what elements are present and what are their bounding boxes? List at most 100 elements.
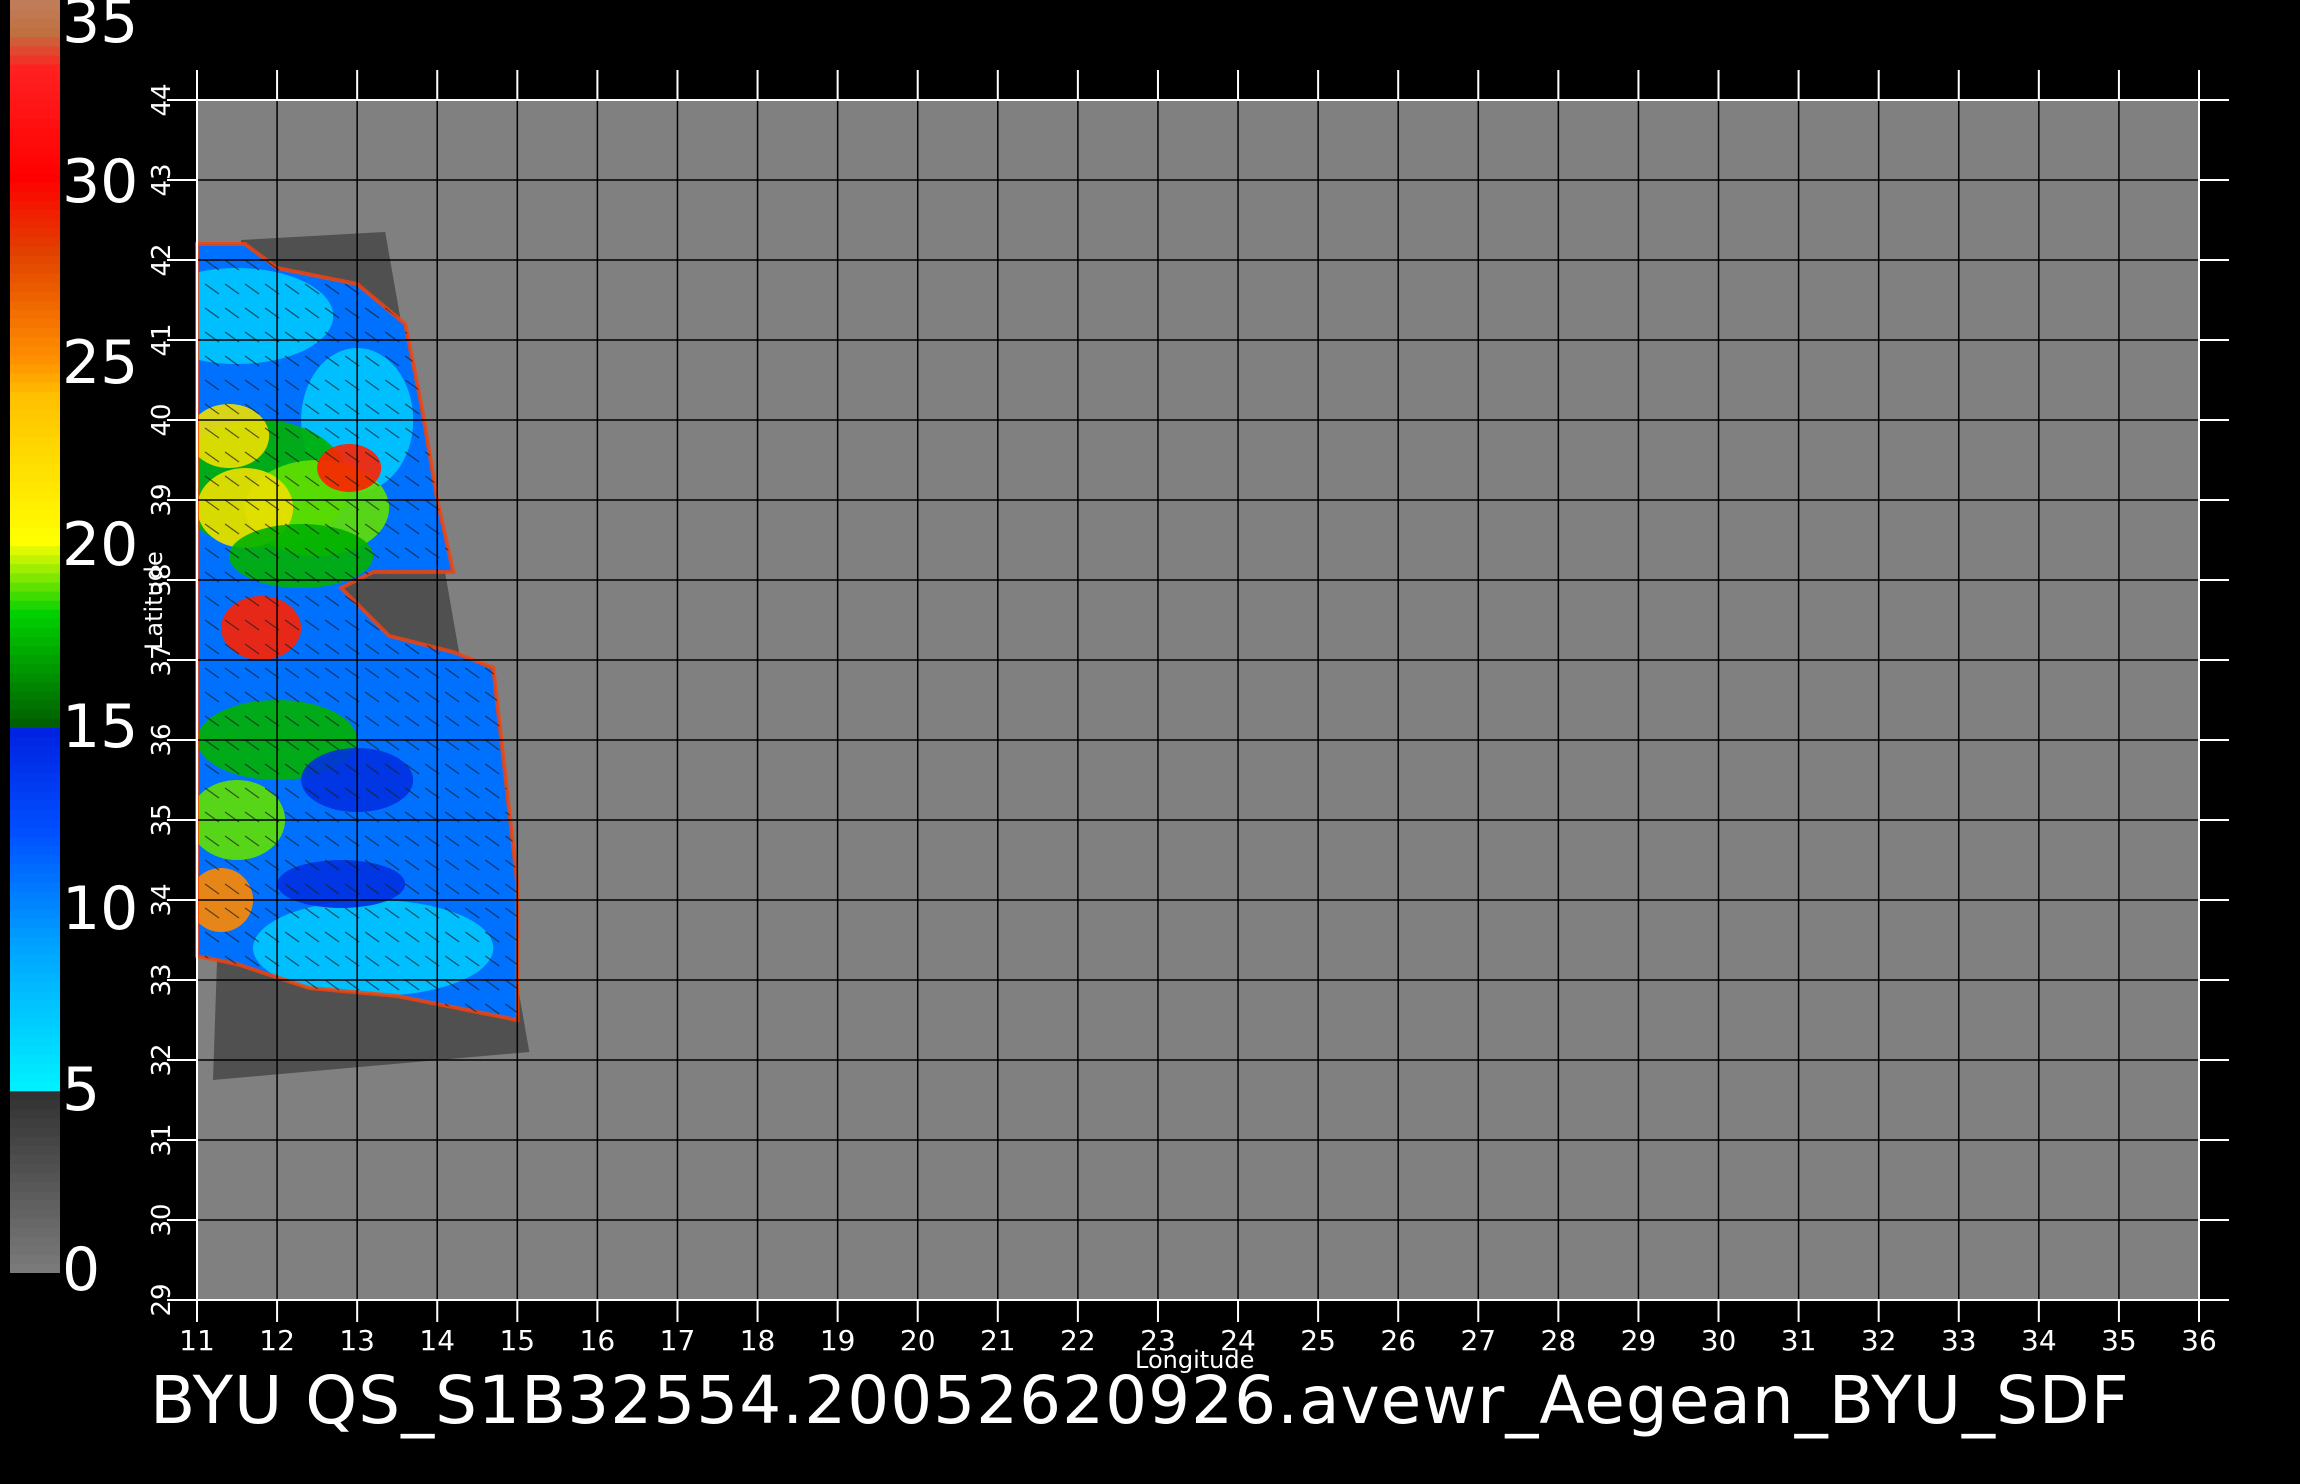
colorbar-segment: [10, 1153, 60, 1164]
colorbar-segment: [10, 372, 60, 383]
colorbar-segment: [10, 127, 60, 138]
colorbar-segment: [10, 27, 60, 38]
longitude-tick-label: 21: [980, 1324, 1016, 1357]
longitude-tick-label: 11: [179, 1324, 215, 1357]
colorbar-segment: [10, 1008, 60, 1019]
colorbar-segment: [10, 854, 60, 865]
colorbar-segment: [10, 436, 60, 447]
colorbar-label: 0: [62, 1235, 101, 1305]
latitude-tick-label: 44: [147, 83, 177, 116]
colorbar-segment: [10, 227, 60, 238]
colorbar-segment: [10, 327, 60, 338]
colorbar-segment: [10, 1035, 60, 1046]
colorbar-segment: [10, 1199, 60, 1210]
colorbar-segment: [10, 1072, 60, 1083]
colorbar-segment: [10, 890, 60, 901]
colorbar-segment: [10, 354, 60, 365]
colorbar-segment: [10, 572, 60, 583]
latitude-tick-label: 33: [147, 963, 177, 996]
longitude-tick-label: 12: [259, 1324, 295, 1357]
latitude-tick-label: 35: [147, 803, 177, 836]
longitude-tick-label: 13: [339, 1324, 375, 1357]
colorbar-segment: [10, 109, 60, 120]
colorbar-segment: [10, 1190, 60, 1201]
colorbar-segment: [10, 754, 60, 765]
colorbar-segment: [10, 1099, 60, 1110]
colorbar-segment: [10, 1226, 60, 1237]
colorbar-segment: [10, 1181, 60, 1192]
latitude-tick-label: 42: [147, 243, 177, 276]
colorbar-segment: [10, 808, 60, 819]
colorbar-segment: [10, 290, 60, 301]
colorbar-segment: [10, 1217, 60, 1228]
colorbar-segment: [10, 926, 60, 937]
colorbar-segment: [10, 1117, 60, 1128]
colorbar-segment: [10, 81, 60, 92]
image-caption: BYU QS_S1B32554.20052620926.avewr_Aegean…: [150, 1362, 2130, 1439]
colorbar-segment: [10, 45, 60, 56]
longitude-tick-label: 22: [1060, 1324, 1096, 1357]
colorbar-segment: [10, 826, 60, 837]
colorbar-segment: [10, 218, 60, 229]
longitude-tick-label: 27: [1460, 1324, 1496, 1357]
colorbar-segment: [10, 0, 60, 11]
latitude-tick-label: 41: [147, 323, 177, 356]
colorbar-segment: [10, 172, 60, 183]
colorbar-segment: [10, 1063, 60, 1074]
longitude-tick-label: 36: [2181, 1324, 2217, 1357]
colorbar-segment: [10, 608, 60, 619]
colorbar-segment: [10, 363, 60, 374]
colorbar-segment: [10, 345, 60, 356]
colorbar-segment: [10, 844, 60, 856]
colorbar-segment: [10, 454, 60, 465]
colorbar-segment: [10, 381, 60, 392]
colorbar-segment: [10, 199, 60, 210]
longitude-tick-label: 16: [580, 1324, 616, 1357]
colorbar-segment: [10, 899, 60, 910]
colorbar-segment: [10, 872, 60, 883]
colorbar-segment: [10, 427, 60, 438]
longitude-tick-label: 32: [1861, 1324, 1897, 1357]
colorbar-segment: [10, 917, 60, 928]
colorbar-segment: [10, 154, 60, 165]
colorbar: [10, 0, 60, 1273]
colorbar-segment: [10, 526, 60, 538]
longitude-tick-label: 14: [419, 1324, 455, 1357]
colorbar-segment: [10, 54, 60, 65]
colorbar-label: 20: [62, 510, 139, 581]
longitude-tick-label: 34: [2021, 1324, 2057, 1357]
latitude-tick-label: 39: [147, 483, 177, 516]
colorbar-segment: [10, 190, 60, 201]
colorbar-segment: [10, 817, 60, 828]
colorbar-segment: [10, 799, 60, 810]
colorbar-segment: [10, 1162, 60, 1174]
colorbar-segment: [10, 1108, 60, 1119]
colorbar-segment: [10, 408, 60, 419]
colorbar-segment: [10, 1081, 60, 1092]
colorbar-segment: [10, 1135, 60, 1146]
longitude-tick-label: 19: [820, 1324, 856, 1357]
colorbar-segment: [10, 417, 60, 429]
longitude-tick-label: 15: [499, 1324, 535, 1357]
colorbar-segment: [10, 1044, 60, 1055]
colorbar-segment: [10, 654, 60, 665]
colorbar-segment: [10, 63, 60, 74]
colorbar-segment: [10, 36, 60, 47]
colorbar-segment: [10, 1253, 60, 1264]
colorbar-segment: [10, 208, 60, 220]
latitude-tick-label: 31: [147, 1123, 177, 1156]
wind-speed-patch: [229, 524, 374, 588]
colorbar-label: 30: [62, 146, 139, 217]
longitude-tick-label: 17: [660, 1324, 696, 1357]
colorbar-segment: [10, 445, 60, 456]
colorbar-segment: [10, 981, 60, 992]
colorbar-segment: [10, 954, 60, 965]
colorbar-segment: [10, 626, 60, 637]
colorbar-segment: [10, 72, 60, 83]
colorbar-segment: [10, 254, 60, 265]
colorbar-segment: [10, 790, 60, 801]
longitude-tick-label: 31: [1781, 1324, 1817, 1357]
colorbar-segment: [10, 536, 60, 547]
colorbar-segment: [10, 963, 60, 974]
colorbar-segment: [10, 599, 60, 610]
